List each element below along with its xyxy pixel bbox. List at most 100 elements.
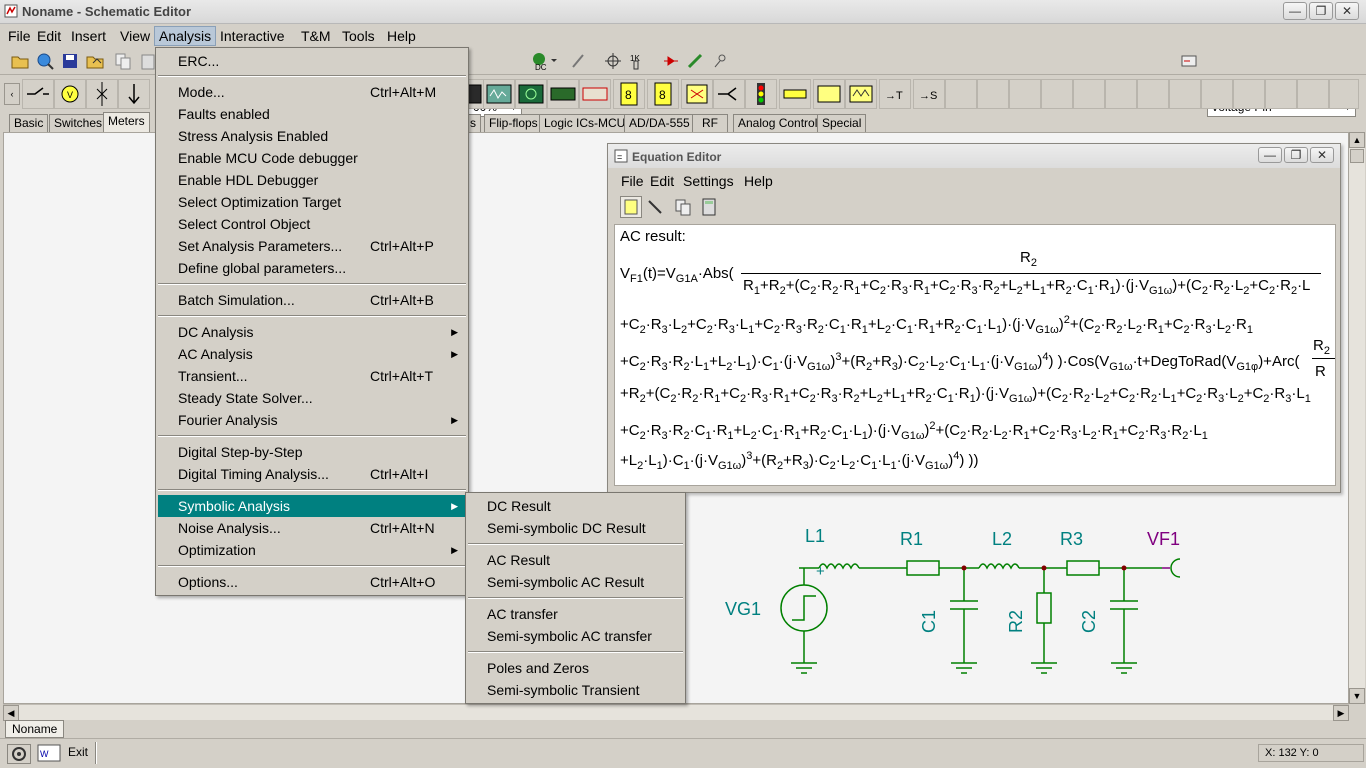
menu-item-stress-analysis[interactable]: Stress Analysis Enabled bbox=[158, 125, 466, 147]
tab-meters[interactable]: Meters bbox=[103, 112, 150, 132]
tab-adda[interactable]: AD/DA-555 bbox=[624, 114, 695, 132]
hex-display-component-icon[interactable]: 8 bbox=[647, 79, 679, 109]
tab-special[interactable]: Special bbox=[817, 114, 867, 132]
cursor-icon[interactable] bbox=[602, 50, 624, 72]
scope-component-icon[interactable] bbox=[515, 79, 547, 109]
empty-slot[interactable] bbox=[1329, 79, 1359, 109]
eq-minimize-button[interactable]: — bbox=[1258, 147, 1282, 163]
to-source-component-icon[interactable]: →S bbox=[913, 79, 945, 109]
maximize-button[interactable]: ❐ bbox=[1309, 2, 1333, 20]
tab-switches[interactable]: Switches bbox=[49, 114, 108, 132]
gear-icon[interactable] bbox=[7, 744, 31, 764]
wand-icon[interactable] bbox=[684, 50, 706, 72]
menu-item-digital-step[interactable]: Digital Step-by-Step bbox=[158, 441, 466, 463]
submenu-semi-symbolic-ac-result[interactable]: Semi-symbolic AC Result bbox=[468, 571, 683, 593]
pin-select-icon[interactable] bbox=[1178, 50, 1200, 72]
menu-item-fourier-analysis[interactable]: Fourier Analysis ▶ bbox=[158, 409, 466, 431]
empty-slot[interactable] bbox=[945, 79, 977, 109]
submenu-ac-result[interactable]: AC Result bbox=[468, 549, 683, 571]
menu-item-erc[interactable]: ERC... bbox=[158, 50, 466, 72]
eq-menu-help[interactable]: Help bbox=[740, 171, 777, 191]
menu-item-steady-state[interactable]: Steady State Solver... bbox=[158, 387, 466, 409]
menu-item-digital-timing[interactable]: Digital Timing Analysis... Ctrl+Alt+I bbox=[158, 463, 466, 485]
menu-edit[interactable]: Edit bbox=[33, 26, 65, 46]
pin-tool-icon[interactable] bbox=[709, 50, 731, 72]
empty-slot[interactable] bbox=[977, 79, 1009, 109]
traffic-light-component-icon[interactable] bbox=[745, 79, 777, 109]
arrow-down-component-icon[interactable] bbox=[118, 79, 150, 109]
switch-component-icon[interactable] bbox=[22, 79, 54, 109]
counter-component-icon[interactable] bbox=[579, 79, 611, 109]
tab-analog-control[interactable]: Analog Control bbox=[733, 114, 823, 132]
calculator-icon[interactable] bbox=[698, 196, 720, 218]
menu-item-hdl-debugger[interactable]: Enable HDL Debugger bbox=[158, 169, 466, 191]
open-folder-icon[interactable] bbox=[9, 50, 31, 72]
exit-button[interactable]: Exit bbox=[68, 745, 88, 759]
ammeter-component-icon[interactable] bbox=[86, 79, 118, 109]
menu-item-faults-enabled[interactable]: Faults enabled bbox=[158, 103, 466, 125]
empty-slot[interactable] bbox=[1297, 79, 1329, 109]
meter-component-icon[interactable] bbox=[813, 79, 845, 109]
lcd-component-icon[interactable] bbox=[779, 79, 811, 109]
menu-help[interactable]: Help bbox=[383, 26, 420, 46]
vertical-scrollbar[interactable]: ▲ ▼ bbox=[1349, 132, 1365, 704]
eq-maximize-button[interactable]: ❐ bbox=[1284, 147, 1308, 163]
empty-slot[interactable] bbox=[1009, 79, 1041, 109]
menu-item-control-object[interactable]: Select Control Object bbox=[158, 213, 466, 235]
minimize-button[interactable]: — bbox=[1283, 2, 1307, 20]
submenu-poles-and-zeros[interactable]: Poles and Zeros bbox=[468, 657, 683, 679]
empty-slot[interactable] bbox=[1201, 79, 1233, 109]
plotter-component-icon[interactable] bbox=[845, 79, 877, 109]
menu-item-transient[interactable]: Transient... Ctrl+Alt+T bbox=[158, 365, 466, 387]
menu-item-optimization-target[interactable]: Select Optimization Target bbox=[158, 191, 466, 213]
submenu-semi-symbolic-dc-result[interactable]: Semi-symbolic DC Result bbox=[468, 517, 683, 539]
scroll-left-icon[interactable]: ‹ bbox=[4, 83, 20, 105]
close-button[interactable]: ✕ bbox=[1335, 2, 1359, 20]
eq-menu-edit[interactable]: Edit bbox=[646, 171, 678, 191]
scroll-right-icon[interactable]: ▶ bbox=[1333, 705, 1349, 721]
display-component-icon[interactable] bbox=[547, 79, 579, 109]
signal-analyzer-component-icon[interactable] bbox=[483, 79, 515, 109]
keypad-component-icon[interactable] bbox=[681, 79, 713, 109]
empty-slot[interactable] bbox=[1041, 79, 1073, 109]
copy-icon[interactable] bbox=[112, 50, 134, 72]
tab-flip-flops[interactable]: Flip-flops bbox=[484, 114, 543, 132]
open-icon[interactable] bbox=[84, 50, 106, 72]
empty-slot[interactable] bbox=[1137, 79, 1169, 109]
empty-slot[interactable] bbox=[1073, 79, 1105, 109]
menu-tm[interactable]: T&M bbox=[297, 26, 335, 46]
eq-close-button[interactable]: ✕ bbox=[1310, 147, 1334, 163]
tab-basic[interactable]: Basic bbox=[9, 114, 49, 132]
seven-segment-component-icon[interactable]: 8 bbox=[613, 79, 645, 109]
tab-logic-ics[interactable]: Logic ICs-MCUs bbox=[539, 114, 637, 132]
menu-item-options[interactable]: Options... Ctrl+Alt+O bbox=[158, 571, 466, 593]
menu-item-batch-simulation[interactable]: Batch Simulation... Ctrl+Alt+B bbox=[158, 289, 466, 311]
menu-item-optimization[interactable]: Optimization ▶ bbox=[158, 539, 466, 561]
menu-tools[interactable]: Tools bbox=[338, 26, 379, 46]
globe-search-icon[interactable] bbox=[34, 50, 56, 72]
document-tab[interactable]: Noname bbox=[5, 720, 65, 738]
new-document-icon[interactable] bbox=[620, 196, 642, 218]
equation-result-area[interactable]: AC result: R2 VF1(t)=VG1A·Abs( R1+R2+(C2… bbox=[614, 224, 1336, 486]
submenu-dc-result[interactable]: DC Result bbox=[468, 495, 683, 517]
empty-slot[interactable] bbox=[1265, 79, 1297, 109]
junction-component-icon[interactable] bbox=[713, 79, 745, 109]
dc-analysis-icon[interactable]: DC bbox=[530, 50, 564, 72]
menu-item-mode[interactable]: Mode... Ctrl+Alt+M bbox=[158, 81, 466, 103]
scroll-left-icon[interactable]: ◀ bbox=[3, 705, 19, 721]
formula-icon[interactable]: W bbox=[37, 744, 61, 764]
eq-menu-settings[interactable]: Settings bbox=[679, 171, 738, 191]
menu-item-dc-analysis[interactable]: DC Analysis ▶ bbox=[158, 321, 466, 343]
diode-icon[interactable] bbox=[660, 50, 682, 72]
menu-item-global-parameters[interactable]: Define global parameters... bbox=[158, 257, 466, 279]
menu-interactive[interactable]: Interactive bbox=[216, 26, 289, 46]
empty-slot[interactable] bbox=[1169, 79, 1201, 109]
scroll-down-icon[interactable]: ▼ bbox=[1349, 688, 1365, 704]
scroll-thumb[interactable] bbox=[1350, 149, 1364, 163]
menu-item-symbolic-analysis[interactable]: Symbolic Analysis ▶ bbox=[158, 495, 466, 517]
save-icon[interactable] bbox=[59, 50, 81, 72]
copy-icon[interactable] bbox=[672, 196, 694, 218]
menu-item-mcu-debugger[interactable]: Enable MCU Code debugger bbox=[158, 147, 466, 169]
menu-item-noise-analysis[interactable]: Noise Analysis... Ctrl+Alt+N bbox=[158, 517, 466, 539]
tab-rf[interactable]: RF bbox=[692, 114, 728, 132]
